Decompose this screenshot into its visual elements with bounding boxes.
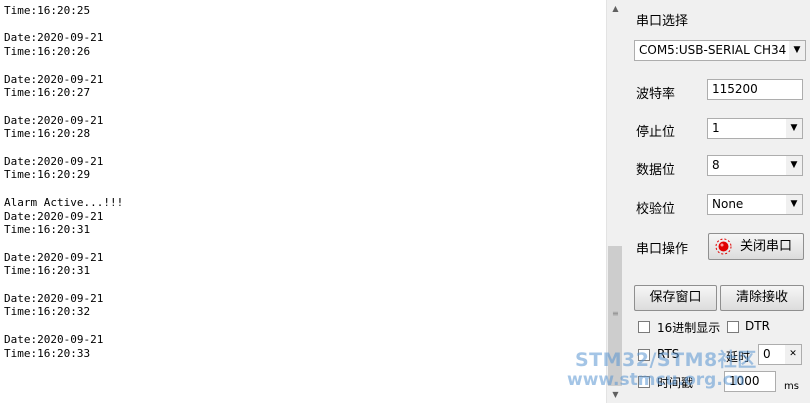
parity-value: None [712, 197, 744, 211]
status-indicator-icon [715, 238, 732, 255]
data-bits-select[interactable]: 8 ▼ [707, 155, 803, 176]
hex-display-checkbox[interactable] [638, 321, 650, 333]
settings-panel: 串口选择 COM5:USB-SERIAL CH34 ▼ 波特率 115200 停… [624, 0, 810, 403]
ms-unit-label: ms [784, 381, 799, 392]
close-port-label: 关闭串口 [740, 239, 793, 254]
data-bits-value: 8 [712, 158, 720, 172]
grip-icon: ≡ [612, 309, 619, 318]
chevron-down-icon: ▼ [786, 195, 802, 214]
vertical-scrollbar[interactable]: ▲ ≡ ▼ [606, 0, 624, 403]
clear-receive-button[interactable]: 清除接收 [720, 285, 804, 311]
watermark-url: www.stmcu.org.cn [567, 370, 745, 390]
receive-log-text: Time:16:20:25 Date:2020-09-21 Time:16:20… [4, 4, 124, 360]
baud-rate-label: 波特率 [636, 87, 676, 102]
stop-bits-label: 停止位 [636, 125, 676, 140]
delay-input[interactable]: 0 ✕ [758, 344, 802, 365]
dtr-checkbox[interactable] [727, 321, 739, 333]
baud-rate-value: 115200 [712, 82, 758, 96]
hex-display-label: 16进制显示 [657, 321, 721, 335]
port-select[interactable]: COM5:USB-SERIAL CH34 ▼ [634, 40, 806, 61]
data-bits-label: 数据位 [636, 163, 676, 178]
stop-bits-value: 1 [712, 121, 720, 135]
parity-label: 校验位 [636, 202, 676, 217]
close-port-button[interactable]: 关闭串口 [708, 233, 804, 260]
scroll-up-arrow-icon[interactable]: ▲ [607, 0, 624, 17]
close-icon[interactable]: ✕ [785, 345, 801, 364]
chevron-down-icon: ▼ [786, 156, 802, 175]
delay-value: 0 [763, 347, 771, 361]
parity-select[interactable]: None ▼ [707, 194, 803, 215]
baud-rate-input[interactable]: 115200 [707, 79, 803, 100]
chevron-down-icon: ▼ [789, 41, 805, 60]
watermark-text: STM32/STM8社区 [575, 349, 757, 371]
receive-text-area[interactable]: Time:16:20:25 Date:2020-09-21 Time:16:20… [0, 0, 607, 403]
dtr-label: DTR [745, 319, 770, 333]
save-window-button[interactable]: 保存窗口 [634, 285, 717, 311]
port-select-label: 串口选择 [636, 14, 689, 29]
stop-bits-select[interactable]: 1 ▼ [707, 118, 803, 139]
port-operation-label: 串口操作 [636, 242, 689, 257]
port-select-value: COM5:USB-SERIAL CH34 [639, 43, 787, 57]
chevron-down-icon: ▼ [786, 119, 802, 138]
